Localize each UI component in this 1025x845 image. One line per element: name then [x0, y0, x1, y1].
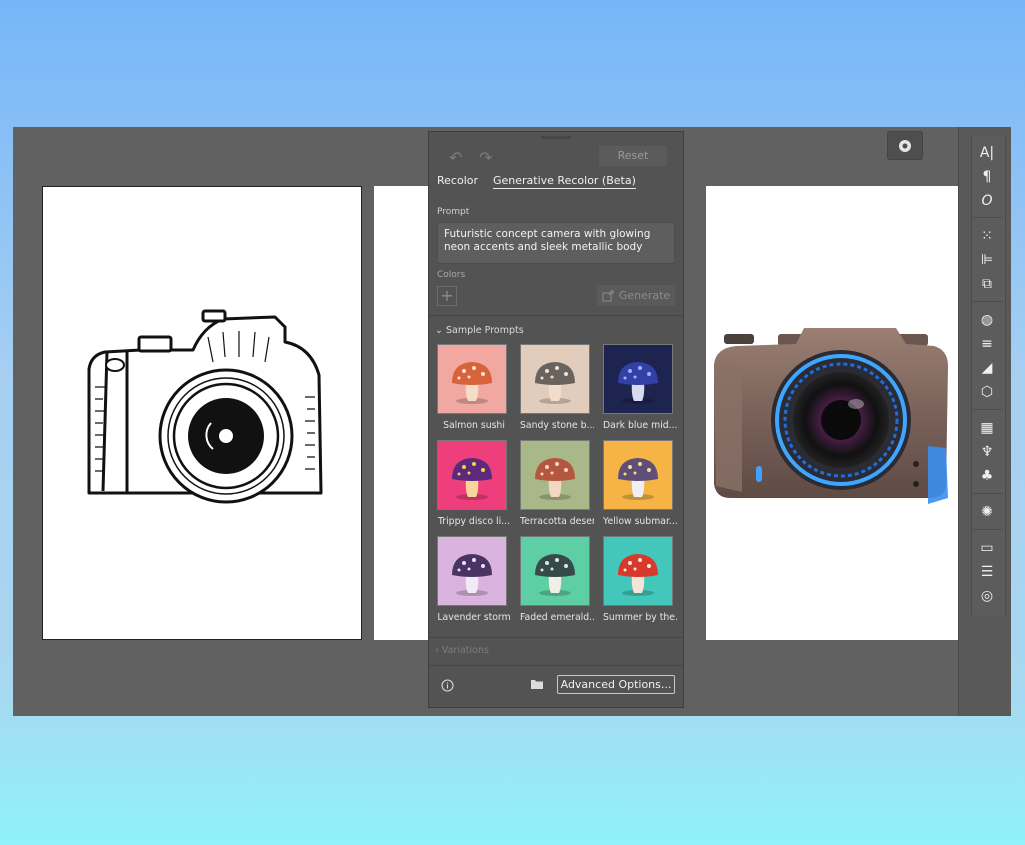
line-art-camera	[87, 309, 323, 504]
toolbar-divider	[973, 493, 1003, 494]
chevron-down-icon: ⌄	[435, 325, 443, 336]
toolbar-divider	[973, 409, 1003, 410]
sample-thumbnail[interactable]	[603, 536, 673, 606]
properties-icon[interactable]: ≡	[979, 336, 995, 352]
sample-thumbnail[interactable]	[437, 440, 507, 510]
sample-thumbnail[interactable]	[520, 344, 590, 414]
panel-grip[interactable]	[541, 136, 571, 139]
prompt-textarea[interactable]: Futuristic concept camera with glowing n…	[437, 222, 675, 264]
mushroom-image	[452, 458, 492, 500]
sample-prompt-item[interactable]: Yellow submar...	[603, 440, 677, 527]
mushroom-image	[535, 554, 575, 596]
gradient-icon[interactable]: ◢	[979, 360, 995, 376]
sample-prompt-item[interactable]: Sandy stone b...	[520, 344, 594, 431]
right-panel-dock: A| ¶ O ⁙ ⊫ ⧉ ◍ ≡ ◢ ⬡ ▦ ♆ ♣ ✺ ▭ ☰ ◎	[958, 127, 1011, 716]
sample-prompt-item[interactable]: Salmon sushi	[437, 344, 509, 431]
brushes-icon[interactable]: ♆	[979, 444, 995, 460]
undo-icon[interactable]: ↶	[449, 148, 462, 167]
transparency-icon[interactable]: ◎	[979, 588, 995, 604]
artboard-3[interactable]	[706, 186, 959, 640]
recolor-toggle-button[interactable]	[887, 131, 923, 160]
stroke-icon[interactable]: ☰	[979, 564, 995, 580]
reset-button[interactable]: Reset	[599, 146, 667, 166]
sample-thumbnail[interactable]	[437, 536, 507, 606]
sample-label: Terracotta desert	[520, 516, 594, 527]
sample-thumbnail[interactable]	[520, 536, 590, 606]
mushroom-image	[618, 458, 658, 500]
toolbar-divider	[973, 529, 1003, 530]
info-icon[interactable]	[441, 679, 454, 695]
sample-prompt-item[interactable]: Summer by the...	[603, 536, 677, 623]
sample-thumbnail[interactable]	[437, 344, 507, 414]
sample-label: Sandy stone b...	[520, 420, 594, 431]
tab-recolor[interactable]: Recolor	[437, 174, 478, 187]
sample-prompt-item[interactable]: Faded emerald...	[520, 536, 594, 623]
variations-label: Variations	[441, 645, 489, 656]
sample-label: Dark blue mid...	[603, 420, 677, 431]
redo-icon[interactable]: ↷	[479, 148, 492, 167]
recolor-panel: ↶ ↷ Reset Recolor Generative Recolor (Be…	[428, 131, 684, 708]
mushroom-image	[535, 362, 575, 404]
folder-icon[interactable]	[530, 678, 544, 693]
gradient-panel-icon[interactable]: ▭	[979, 540, 995, 556]
sample-label: Trippy disco li...	[437, 516, 511, 527]
tab-generative-recolor[interactable]: Generative Recolor (Beta)	[493, 174, 636, 189]
type-icon[interactable]: A|	[979, 145, 995, 161]
sample-prompts-label: Sample Prompts	[446, 325, 524, 336]
sample-label: Yellow submar...	[603, 516, 677, 527]
sample-label: Lavender storm	[437, 612, 511, 623]
panel-divider	[429, 637, 683, 638]
mushroom-image	[618, 554, 658, 596]
symbols-icon[interactable]: ♣	[979, 468, 995, 484]
sample-prompt-item[interactable]: Dark blue mid...	[603, 344, 677, 431]
sample-prompt-item[interactable]: Lavender storm	[437, 536, 511, 623]
glyph-icon[interactable]: O	[979, 193, 995, 209]
prompt-label: Prompt	[437, 207, 470, 217]
toolbar-divider	[973, 301, 1003, 302]
align-icon[interactable]: ⊫	[979, 252, 995, 268]
panel-divider	[429, 315, 683, 316]
advanced-options-button[interactable]: Advanced Options...	[557, 675, 675, 694]
colors-label: Colors	[437, 270, 466, 280]
generate-button[interactable]: Generate	[597, 285, 675, 306]
sample-prompt-item[interactable]: Trippy disco li...	[437, 440, 511, 527]
mushroom-image	[452, 554, 492, 596]
panel-divider	[429, 665, 683, 666]
sample-thumbnail[interactable]	[603, 440, 673, 510]
mushroom-image	[452, 362, 492, 404]
mushroom-image	[618, 362, 658, 404]
variations-header[interactable]: › Variations	[435, 645, 489, 656]
3d-icon[interactable]: ⬡	[979, 384, 995, 400]
color-icon[interactable]: ◍	[979, 312, 995, 328]
sample-label: Summer by the...	[603, 612, 677, 623]
sample-thumbnail[interactable]	[603, 344, 673, 414]
transform-icon[interactable]: ⁙	[979, 228, 995, 244]
artboard-1[interactable]	[42, 186, 362, 640]
pathfinder-icon[interactable]: ⧉	[979, 276, 995, 292]
color-wheel-icon	[899, 139, 911, 152]
sample-label: Salmon sushi	[443, 420, 505, 431]
sample-thumbnail[interactable]	[520, 440, 590, 510]
generate-label: Generate	[618, 289, 671, 302]
toolbar-divider	[973, 217, 1003, 218]
add-color-button[interactable]: +	[437, 286, 457, 306]
swatches-icon[interactable]: ▦	[979, 420, 995, 436]
generated-metallic-camera	[714, 328, 948, 504]
sample-label: Faded emerald...	[520, 612, 594, 623]
appearance-icon[interactable]: ✺	[979, 504, 995, 520]
mushroom-image	[535, 458, 575, 500]
sample-prompts-header[interactable]: ⌄ Sample Prompts	[435, 325, 524, 336]
generate-icon	[602, 290, 614, 301]
paragraph-icon[interactable]: ¶	[979, 169, 995, 185]
chevron-right-icon: ›	[435, 645, 439, 656]
sample-prompt-item[interactable]: Terracotta desert	[520, 440, 594, 527]
